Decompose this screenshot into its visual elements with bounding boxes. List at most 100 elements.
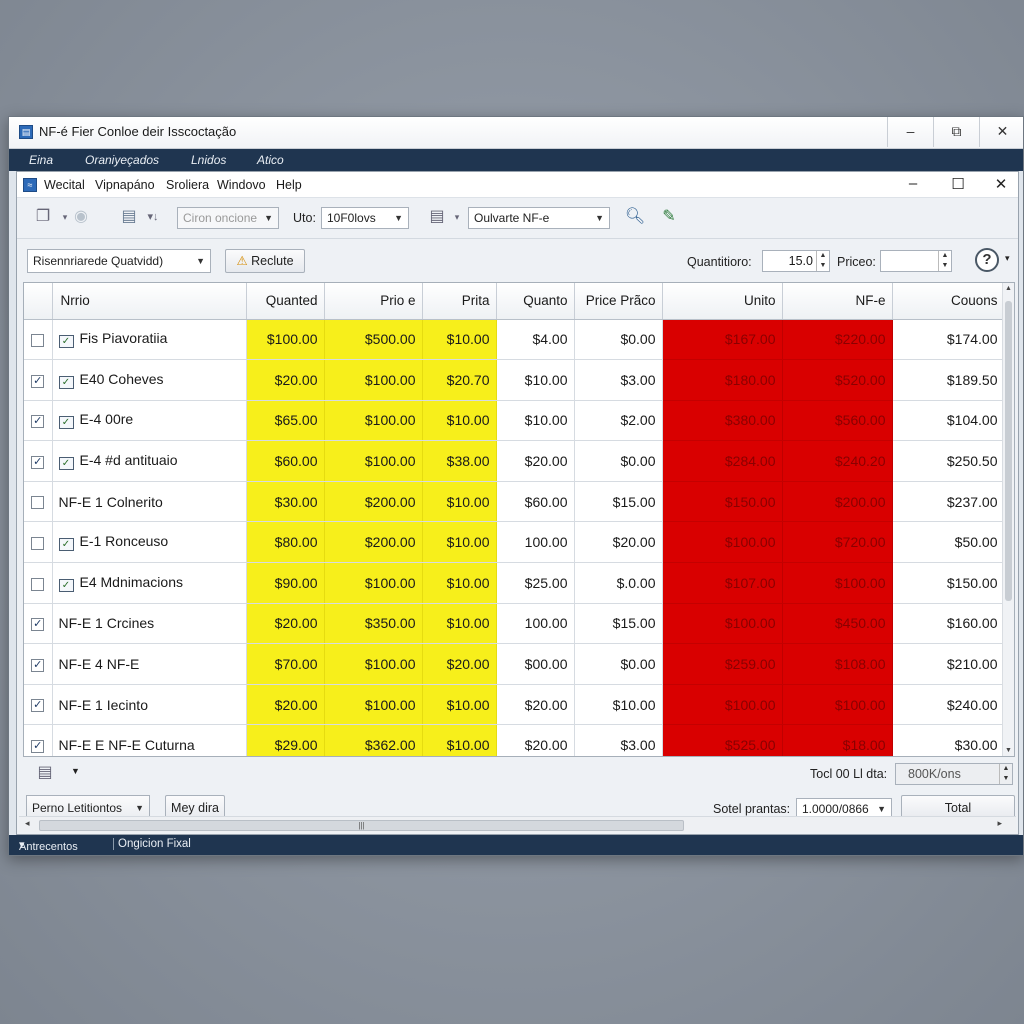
menu-item-wecital[interactable]: Wecital xyxy=(44,178,85,192)
prio-cell[interactable]: $200.00 xyxy=(324,521,423,564)
price-praco-cell[interactable]: $15.00 xyxy=(574,603,663,645)
row-checkbox-cell[interactable] xyxy=(24,319,53,361)
prita-cell[interactable]: $10.00 xyxy=(422,562,497,604)
spin-arrows-icon[interactable]: ▲ ▼ xyxy=(999,764,1012,784)
unito-cell[interactable]: $167.00 xyxy=(662,319,783,361)
nfe-cell[interactable]: $200.00 xyxy=(782,481,893,523)
column-header-price-praco[interactable]: Price Prãco xyxy=(574,283,663,320)
quanted-cell[interactable]: $60.00 xyxy=(246,440,325,482)
unito-cell[interactable]: $284.00 xyxy=(662,440,783,482)
couons-cell[interactable]: $50.00 xyxy=(892,521,1005,564)
row-checkbox-cell[interactable]: ✓ xyxy=(24,724,53,756)
status-left[interactable]: Antrecentos ▾ xyxy=(19,838,78,853)
vertical-scroll-thumb[interactable] xyxy=(1005,301,1012,601)
name-cell[interactable]: ✓ E40 Coheves xyxy=(52,359,247,401)
inner-maximize-button[interactable]: ☐ xyxy=(946,175,970,193)
quanto-cell[interactable]: $4.00 xyxy=(496,319,575,361)
prita-cell[interactable]: $20.00 xyxy=(422,643,497,685)
table-row[interactable]: NF-E 1 Colnerito $30.00 $200.00 $10.00 $60.0… xyxy=(24,481,1005,523)
prita-cell[interactable]: $10.00 xyxy=(422,400,497,442)
horizontal-scroll-thumb[interactable]: ||| xyxy=(39,820,684,831)
row-checkbox-cell[interactable]: ✓ xyxy=(24,400,53,442)
nfe-cell[interactable]: $240.20 xyxy=(782,440,893,482)
nfe-cell[interactable]: $100.00 xyxy=(782,562,893,604)
name-cell[interactable]: NF-E 1 Crcines xyxy=(52,603,247,645)
column-header-name[interactable]: Nrrio xyxy=(52,283,247,320)
price-praco-cell[interactable]: $15.00 xyxy=(574,481,663,523)
unito-cell[interactable]: $107.00 xyxy=(662,562,783,604)
dropdown-arrow-icon[interactable]: ▾ xyxy=(445,206,469,228)
prio-cell[interactable]: $100.00 xyxy=(324,440,423,482)
row-checkbox[interactable] xyxy=(31,577,45,591)
total-spinner[interactable]: 800K/ons ▲ ▼ xyxy=(895,763,1013,785)
prio-cell[interactable]: $100.00 xyxy=(324,562,423,604)
quanto-cell[interactable]: $10.00 xyxy=(496,359,575,401)
quanted-cell[interactable]: $90.00 xyxy=(246,562,325,604)
table-row[interactable]: ✓ NF-E 1 Crcines $20.00 $350.00 $10.00 100.00… xyxy=(24,603,1005,645)
name-cell[interactable]: ✓ E4 Mdnimacions xyxy=(52,562,247,604)
quanted-cell[interactable]: $20.00 xyxy=(246,684,325,726)
couons-cell[interactable]: $250.50 xyxy=(892,440,1005,482)
name-cell[interactable]: NF-E 4 NF-E xyxy=(52,643,247,685)
row-checkbox[interactable] xyxy=(31,496,45,510)
search-icon[interactable]: 🔍︎ xyxy=(623,206,647,228)
quanted-cell[interactable]: $20.00 xyxy=(246,359,325,401)
row-checkbox-cell[interactable]: ✓ xyxy=(24,684,53,726)
quanted-cell[interactable]: $29.00 xyxy=(246,724,325,756)
couons-cell[interactable]: $174.00 xyxy=(892,319,1005,361)
help-dropdown-icon[interactable]: ▾ xyxy=(1005,253,1010,264)
quanted-cell[interactable]: $20.00 xyxy=(246,603,325,645)
name-cell[interactable]: ✓ E-4 00re xyxy=(52,400,247,442)
quanto-cell[interactable]: $10.00 xyxy=(496,400,575,442)
horizontal-scrollbar[interactable]: ◂ ||| ▸ xyxy=(19,816,1016,832)
prio-cell[interactable]: $200.00 xyxy=(324,481,423,523)
sort-icon[interactable]: ▾↓ xyxy=(141,206,165,228)
menu-item-sroliera[interactable]: Sroliera xyxy=(166,178,209,192)
unito-cell[interactable]: $100.00 xyxy=(662,521,783,564)
inner-close-button[interactable]: ✕ xyxy=(989,175,1013,193)
quanted-cell[interactable]: $100.00 xyxy=(246,319,325,361)
filter-combo[interactable]: Risennriarede Quatvidd) ▼ xyxy=(27,249,211,273)
couons-cell[interactable]: $237.00 xyxy=(892,481,1005,523)
unito-cell[interactable]: $100.00 xyxy=(662,684,783,726)
prio-cell[interactable]: $100.00 xyxy=(324,684,423,726)
nfe-cell[interactable]: $18.00 xyxy=(782,724,893,756)
unito-cell[interactable]: $259.00 xyxy=(662,643,783,685)
table-row[interactable]: ✓ ✓ E-4 #d antituaio $60.00 $100.00 $38.00 $20… xyxy=(24,440,1005,482)
quanted-cell[interactable]: $80.00 xyxy=(246,521,325,564)
column-header-nfe[interactable]: NF-e xyxy=(782,283,893,320)
prio-cell[interactable]: $100.00 xyxy=(324,643,423,685)
row-checkbox[interactable]: ✓ xyxy=(31,740,45,754)
quanto-cell[interactable]: 100.00 xyxy=(496,603,575,645)
disabled-combo[interactable]: Ciron oncione ▼ xyxy=(177,207,279,229)
prio-cell[interactable]: $350.00 xyxy=(324,603,423,645)
scroll-right-icon[interactable]: ▸ xyxy=(997,818,1002,829)
help-icon[interactable]: ? xyxy=(975,248,999,272)
unito-cell[interactable]: $525.00 xyxy=(662,724,783,756)
row-checkbox[interactable]: ✓ xyxy=(31,699,45,713)
prio-cell[interactable]: $100.00 xyxy=(324,400,423,442)
prio-cell[interactable]: $100.00 xyxy=(324,359,423,401)
row-checkbox-cell[interactable] xyxy=(24,562,53,604)
dropdown-arrow-icon[interactable]: ▼ xyxy=(71,766,80,776)
quanted-cell[interactable]: $70.00 xyxy=(246,643,325,685)
price-spinner[interactable]: ▲ ▼ xyxy=(880,250,952,272)
nfe-cell[interactable]: $720.00 xyxy=(782,521,893,564)
column-header-couons[interactable]: Couons xyxy=(892,283,1005,320)
row-checkbox[interactable]: ✓ xyxy=(31,374,45,388)
prita-cell[interactable]: $10.00 xyxy=(422,481,497,523)
quanto-cell[interactable]: $20.00 xyxy=(496,684,575,726)
quanto-cell[interactable]: $20.00 xyxy=(496,724,575,756)
quantity-spinner[interactable]: 15.0 ▲ ▼ xyxy=(762,250,830,272)
prita-cell[interactable]: $10.00 xyxy=(422,521,497,564)
price-praco-cell[interactable]: $0.00 xyxy=(574,440,663,482)
table-row[interactable]: ✓ NF-E 4 NF-E $70.00 $100.00 $20.00 $00.00 $0.… xyxy=(24,643,1005,685)
prita-cell[interactable]: $10.00 xyxy=(422,724,497,756)
table-row[interactable]: ✓ ✓ E40 Coheves $20.00 $100.00 $20.70 $10.00 $3… xyxy=(24,359,1005,401)
price-praco-cell[interactable]: $3.00 xyxy=(574,724,663,756)
table-row[interactable]: ✓ E4 Mdnimacions $90.00 $100.00 $10.00 $25.00… xyxy=(24,562,1005,604)
edit-icon[interactable]: ✎ xyxy=(657,206,681,228)
quanted-cell[interactable]: $30.00 xyxy=(246,481,325,523)
menu-item-atico[interactable]: Atico xyxy=(257,153,284,167)
column-header-select[interactable] xyxy=(24,283,53,320)
